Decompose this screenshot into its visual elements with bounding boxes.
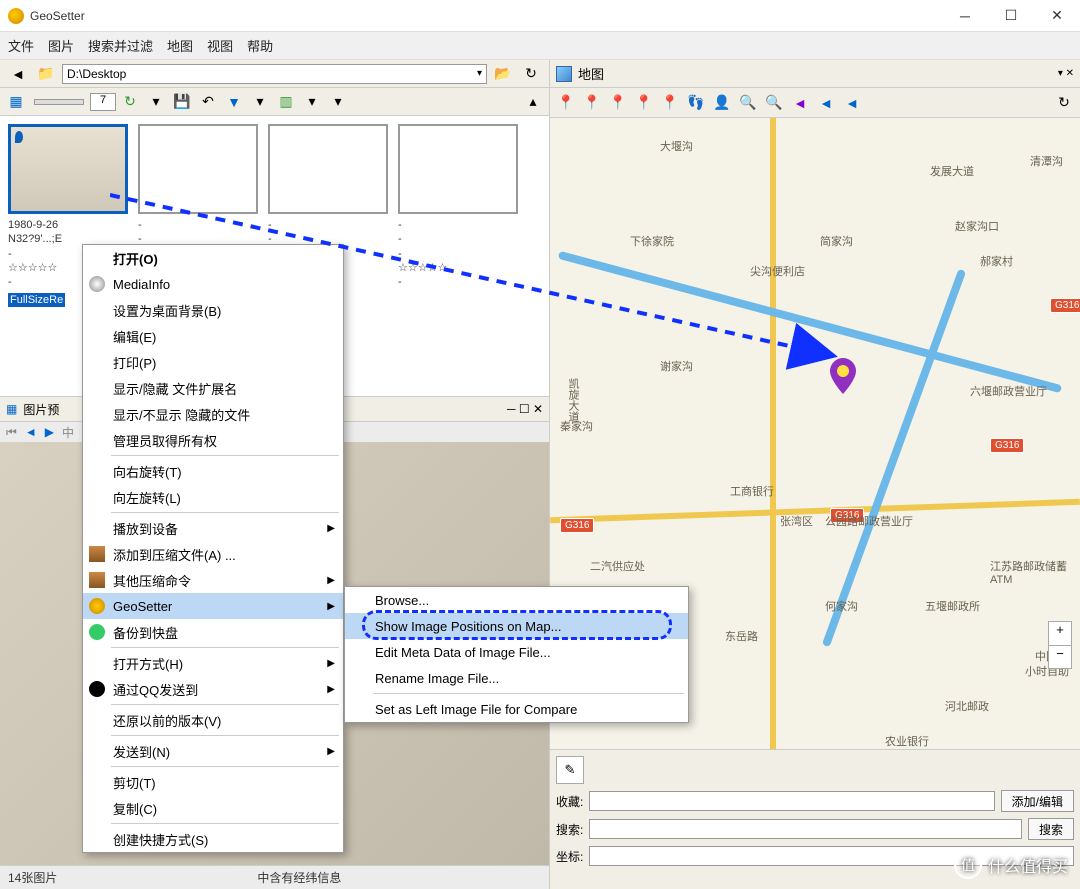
preview-title: 图片预: [23, 401, 59, 418]
marker-red-icon[interactable]: 📍: [606, 92, 630, 114]
map-refresh-icon[interactable]: ↻: [1052, 92, 1076, 114]
nav-prev-icon[interactable]: ◄: [788, 92, 812, 114]
zoom-control[interactable]: + −: [1048, 621, 1072, 669]
menu-file[interactable]: 文件: [8, 36, 34, 55]
person-icon[interactable]: 👤: [710, 92, 734, 114]
marker-add-icon[interactable]: 📍: [632, 92, 656, 114]
ctx-rotate-right[interactable]: 向右旋转(T): [83, 458, 343, 484]
ctx-showhide-ext[interactable]: 显示/隐藏 文件扩展名: [83, 375, 343, 401]
marker-set-icon[interactable]: 📍: [658, 92, 682, 114]
refresh-button[interactable]: ↻: [519, 63, 543, 85]
thumb-toolbar: ▦ 7 ↻ ▾ 💾 ↶ ▼ ▾ ▥ ▾ ▾ ▴: [0, 88, 549, 116]
search-button[interactable]: 搜索: [1028, 818, 1074, 840]
ctx-sendto[interactable]: 发送到(N)▶: [83, 738, 343, 764]
nav-back-icon[interactable]: ◄: [814, 92, 838, 114]
statusbar: 14张图片 中含有经纬信息: [0, 865, 549, 889]
zoom-fit-icon[interactable]: 🔍: [736, 92, 760, 114]
context-submenu: Browse... Show Image Positions on Map...…: [344, 586, 689, 723]
ctx-backup[interactable]: 备份到快盘: [83, 619, 343, 645]
view-mode-button[interactable]: ▦: [4, 91, 28, 113]
size-field[interactable]: 7: [90, 93, 116, 111]
path-toolbar: ◄ 📁 D:\Desktop 📂 ↻: [0, 60, 549, 88]
up-button[interactable]: 📁: [34, 63, 58, 85]
refresh-icon[interactable]: ↻: [118, 91, 142, 113]
edit-icon[interactable]: ✎: [556, 756, 584, 784]
map-title: 地图: [578, 64, 604, 83]
window-title: GeoSetter: [30, 9, 85, 23]
menubar: 文件 图片 搜索并过滤 地图 视图 帮助: [0, 32, 1080, 60]
sub-browse[interactable]: Browse...: [345, 587, 688, 613]
marker-purple-icon[interactable]: 📍: [554, 92, 578, 114]
nav-fwd-icon[interactable]: ◄: [840, 92, 864, 114]
import-icon[interactable]: ▾: [326, 91, 350, 113]
menu-map[interactable]: 地图: [167, 36, 193, 55]
titlebar: GeoSetter ─ ☐ ✕: [0, 0, 1080, 32]
path-combo[interactable]: D:\Desktop: [62, 64, 487, 84]
back-button[interactable]: ◄: [6, 63, 30, 85]
status-count: 14张图片: [8, 869, 57, 886]
close-button[interactable]: ✕: [1034, 0, 1080, 32]
layout-icon[interactable]: ▥: [274, 91, 298, 113]
ctx-geosetter[interactable]: GeoSetter▶: [83, 593, 343, 619]
tool-icon[interactable]: ▾: [144, 91, 168, 113]
export-icon[interactable]: ▾: [300, 91, 324, 113]
menu-help[interactable]: 帮助: [247, 36, 273, 55]
status-info: 中含有经纬信息: [257, 869, 341, 886]
sub-rename[interactable]: Rename Image File...: [345, 665, 688, 691]
right-pane: 地图 ▾ ✕ 📍 📍 📍 📍 📍 👣 👤 🔍 🔍 ◄ ◄ ◄ ↻ G316 G3…: [550, 60, 1080, 889]
first-icon[interactable]: ⏮: [6, 425, 17, 440]
play-icon[interactable]: ▶: [45, 425, 54, 439]
search-input[interactable]: [589, 819, 1022, 839]
fav-input[interactable]: [589, 791, 994, 811]
ctx-print[interactable]: 打印(P): [83, 349, 343, 375]
ctx-open[interactable]: 打开(O): [83, 245, 343, 271]
save-icon[interactable]: 💾: [170, 91, 194, 113]
context-menu: 打开(O) MediaInfo 设置为桌面背景(B) 编辑(E) 打印(P) 显…: [82, 244, 344, 853]
track-icon[interactable]: 👣: [684, 92, 708, 114]
ctx-cut[interactable]: 剪切(T): [83, 769, 343, 795]
ctx-shortcut[interactable]: 创建快捷方式(S): [83, 826, 343, 852]
filter-icon[interactable]: ▼: [222, 91, 246, 113]
menu-image[interactable]: 图片: [48, 36, 74, 55]
undo-icon[interactable]: ↶: [196, 91, 220, 113]
app-icon: [8, 8, 24, 24]
zoom-sel-icon[interactable]: 🔍: [762, 92, 786, 114]
size-slider[interactable]: [34, 99, 84, 105]
ctx-edit[interactable]: 编辑(E): [83, 323, 343, 349]
sub-set-left[interactable]: Set as Left Image File for Compare: [345, 696, 688, 722]
map-toolbar: 📍 📍 📍 📍 📍 👣 👤 🔍 🔍 ◄ ◄ ◄ ↻: [550, 88, 1080, 118]
ctx-openwith[interactable]: 打开方式(H)▶: [83, 650, 343, 676]
ctx-other-archive[interactable]: 其他压缩命令▶: [83, 567, 343, 593]
map-header-icon: [556, 66, 572, 82]
map-marker[interactable]: [830, 358, 856, 394]
ctx-copy[interactable]: 复制(C): [83, 795, 343, 821]
prev-icon[interactable]: ◄: [25, 425, 37, 439]
thumbnail-4[interactable]: ---☆☆☆☆☆-: [398, 124, 518, 388]
ctx-restore[interactable]: 还原以前的版本(V): [83, 707, 343, 733]
fav-edit-button[interactable]: 添加/编辑: [1001, 790, 1074, 812]
ctx-play[interactable]: 播放到设备▶: [83, 515, 343, 541]
ctx-add-archive[interactable]: 添加到压缩文件(A) ...: [83, 541, 343, 567]
ctx-qq[interactable]: 通过QQ发送到▶: [83, 676, 343, 702]
ctx-rotate-left[interactable]: 向左旋转(L): [83, 484, 343, 510]
marker-yellow-icon[interactable]: 📍: [580, 92, 604, 114]
sort-icon[interactable]: ▾: [248, 91, 272, 113]
minimize-button[interactable]: ─: [942, 0, 988, 32]
folder-button[interactable]: 📂: [491, 63, 515, 85]
sub-show-positions[interactable]: Show Image Positions on Map...: [345, 613, 688, 639]
map-header: 地图 ▾ ✕: [550, 60, 1080, 88]
collapse-icon[interactable]: ▴: [521, 91, 545, 113]
ctx-wallpaper[interactable]: 设置为桌面背景(B): [83, 297, 343, 323]
ctx-admin[interactable]: 管理员取得所有权: [83, 427, 343, 453]
maximize-button[interactable]: ☐: [988, 0, 1034, 32]
menu-view[interactable]: 视图: [207, 36, 233, 55]
ctx-showhide-hidden[interactable]: 显示/不显示 隐藏的文件: [83, 401, 343, 427]
watermark: 值 什么值得买: [954, 851, 1068, 879]
ctx-mediainfo[interactable]: MediaInfo: [83, 271, 343, 297]
sub-edit-meta[interactable]: Edit Meta Data of Image File...: [345, 639, 688, 665]
menu-search[interactable]: 搜索并过滤: [88, 36, 153, 55]
